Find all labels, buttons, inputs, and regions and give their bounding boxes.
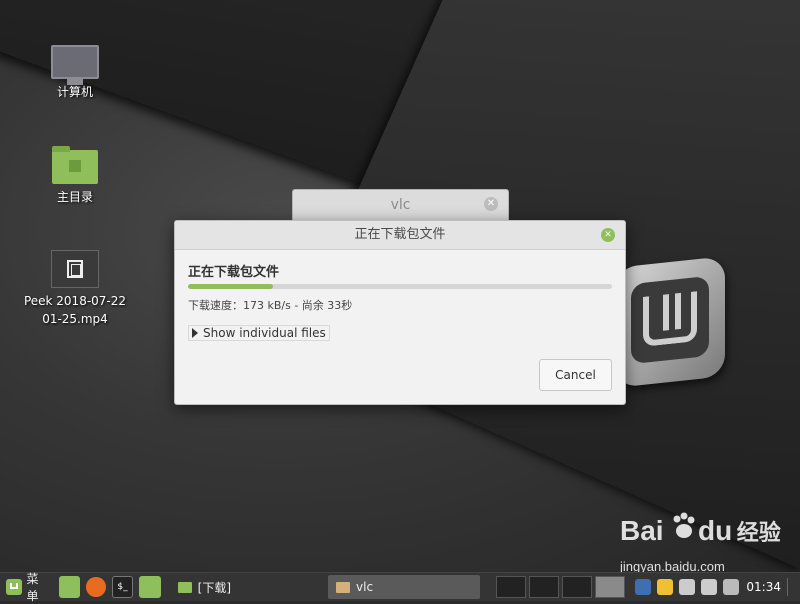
dialog-titlebar[interactable]: 正在下载包文件 ✕	[175, 221, 625, 250]
workspace-4[interactable]	[595, 576, 626, 598]
files-icon[interactable]	[139, 576, 161, 598]
user-icon[interactable]	[701, 579, 718, 595]
download-dialog: 正在下载包文件 ✕ 正在下载包文件 下载速度：173 kB/s - 尚余 33秒…	[174, 220, 626, 405]
expander-label: Show individual files	[203, 326, 326, 340]
mint-menu-icon	[6, 579, 22, 595]
task-label: [下载]	[197, 580, 232, 595]
dialog-heading: 正在下载包文件	[188, 265, 280, 280]
video-file-icon	[51, 250, 99, 288]
menu-button[interactable]: 菜单	[0, 572, 56, 603]
watermark-brand-cn: 经验	[736, 520, 781, 545]
baidu-watermark: Bai du 经验 jingyan.baidu.com	[620, 512, 781, 574]
desktop-icon-label: 计算机	[56, 85, 93, 99]
show-desktop-icon[interactable]	[58, 576, 81, 598]
vlc-window-title: vlc	[390, 197, 411, 213]
vlc-window[interactable]: vlc ✕	[292, 189, 509, 223]
computer-icon	[51, 45, 99, 85]
system-tray: 01:34	[632, 578, 800, 596]
shield-icon[interactable]	[635, 579, 652, 595]
linux-mint-logo	[615, 256, 725, 388]
task-label: vlc	[356, 580, 374, 594]
close-icon[interactable]: ✕	[601, 228, 615, 242]
close-icon[interactable]: ✕	[484, 197, 498, 211]
taskbar-task-vlc[interactable]: vlc	[328, 575, 481, 599]
home-folder-icon	[52, 146, 98, 184]
dialog-title: 正在下载包文件	[354, 227, 446, 242]
folder-icon	[336, 581, 351, 593]
desktop-icon-computer[interactable]: 计算机	[20, 45, 130, 101]
terminal-icon[interactable]: $_	[111, 576, 134, 598]
expander-arrow-icon	[192, 328, 198, 338]
firefox-icon[interactable]	[86, 577, 106, 597]
workspace-1[interactable]	[496, 576, 527, 598]
show-desktop-edge[interactable]	[787, 578, 800, 596]
workspace-3[interactable]	[562, 576, 593, 598]
download-status: 下载速度：173 kB/s - 尚余 33秒	[188, 299, 353, 312]
watermark-brand-suffix: du	[698, 515, 733, 546]
workspace-switcher	[496, 576, 628, 598]
taskbar: 菜单 $_ [下载] vlc 01:34	[0, 572, 800, 603]
watermark-brand: Bai	[620, 515, 664, 546]
show-individual-files-expander[interactable]: Show individual files	[188, 325, 330, 341]
cancel-button[interactable]: Cancel	[539, 359, 612, 391]
paw-icon	[673, 512, 695, 538]
desktop-icon-label: 主目录	[56, 190, 93, 204]
menu-label: 菜单	[26, 572, 39, 603]
folder-icon	[177, 581, 192, 593]
volume-icon[interactable]	[679, 579, 696, 595]
tux-icon[interactable]	[657, 579, 674, 595]
network-icon[interactable]	[723, 579, 740, 595]
taskbar-task-downloads[interactable]: [下载]	[170, 575, 322, 599]
progress-fill	[188, 284, 273, 289]
download-progress-bar	[188, 284, 612, 289]
workspace-2[interactable]	[529, 576, 560, 598]
desktop-icon-label: Peek 2018-07-22 01-25.mp4	[23, 294, 127, 326]
desktop-icon-video-file[interactable]: Peek 2018-07-22 01-25.mp4	[20, 250, 130, 328]
desktop-icon-home[interactable]: 主目录	[20, 146, 130, 206]
clock[interactable]: 01:34	[746, 580, 781, 594]
